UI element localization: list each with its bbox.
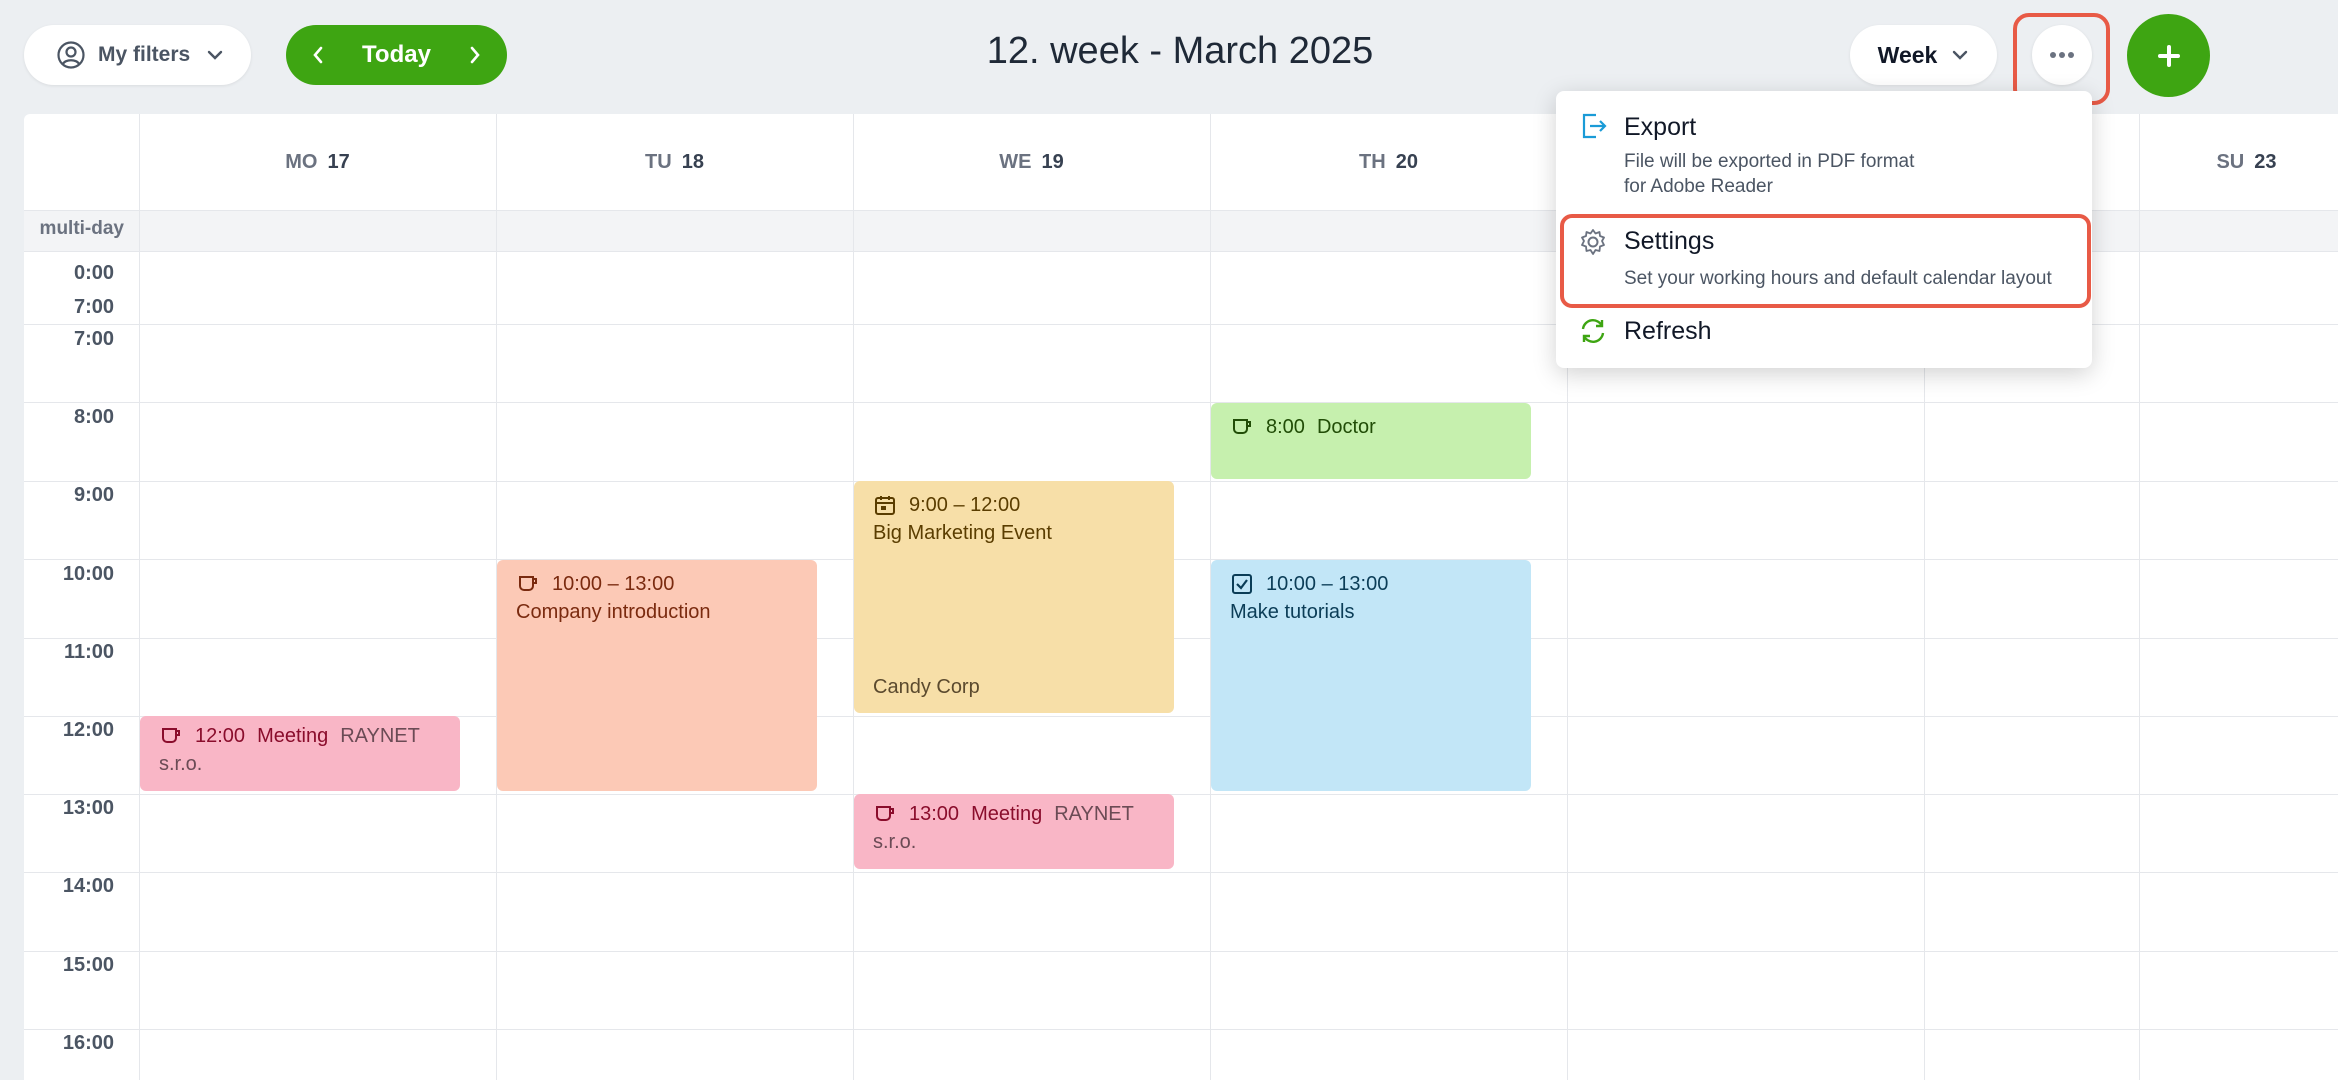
my-filters-label: My filters	[98, 43, 191, 66]
cup-icon	[159, 724, 183, 748]
event-meeting-monday[interactable]: 12:00 Meeting RAYNET s.r.o.	[140, 716, 460, 791]
time-label: 14:00	[62, 875, 114, 897]
event-company-introduction[interactable]: 10:00 – 13:00 Company introduction	[497, 560, 817, 791]
my-filters-button[interactable]: My filters	[24, 25, 251, 85]
export-icon	[1578, 111, 1608, 141]
day-header-mo[interactable]: MO 17	[139, 114, 496, 210]
add-event-button[interactable]	[2127, 14, 2210, 97]
event-make-tutorials[interactable]: 10:00 – 13:00 Make tutorials	[1211, 560, 1531, 791]
time-label: 13:00	[62, 797, 114, 819]
chevron-right-icon	[470, 46, 480, 64]
previous-week-button[interactable]	[306, 43, 330, 67]
export-title: Export	[1624, 113, 1697, 141]
plus-icon	[2157, 44, 2180, 67]
event-meeting-wednesday[interactable]: 13:00 Meeting RAYNET s.r.o.	[854, 794, 1174, 869]
event-big-marketing[interactable]: 9:00 – 12:00 Big Marketing Event Candy C…	[854, 481, 1174, 713]
export-description: for Adobe Reader	[1624, 176, 1773, 197]
cup-icon	[1230, 415, 1254, 439]
time-label: 9:00	[73, 484, 114, 506]
refresh-icon	[1578, 316, 1608, 346]
day-header-tu[interactable]: TU 18	[496, 114, 853, 210]
chevron-down-icon	[206, 49, 224, 61]
day-header-th[interactable]: TH 20	[1210, 114, 1567, 210]
date-navigation: Today	[286, 25, 507, 85]
time-label: 10:00	[62, 563, 114, 585]
time-label: 7:00	[73, 296, 114, 318]
today-button[interactable]: Today	[362, 41, 431, 69]
time-label: 7:00	[73, 328, 114, 350]
view-label: Week	[1877, 41, 1938, 68]
chevron-down-icon	[1951, 49, 1969, 61]
calendar-icon	[873, 493, 897, 517]
day-header-we[interactable]: WE 19	[853, 114, 1210, 210]
user-circle-icon	[56, 40, 86, 70]
time-label: 15:00	[62, 954, 114, 976]
more-options-button[interactable]	[2032, 25, 2092, 85]
event-doctor[interactable]: 8:00 Doctor	[1211, 403, 1531, 479]
checkbox-icon	[1230, 572, 1254, 596]
view-select-button[interactable]: Week	[1850, 25, 1997, 85]
export-description: File will be exported in PDF format	[1624, 151, 1915, 172]
next-week-button[interactable]	[463, 43, 487, 67]
day-header-su[interactable]: SU 23	[2139, 114, 2338, 210]
menu-item-refresh[interactable]: Refresh	[1556, 305, 2092, 365]
settings-highlight	[1560, 214, 2091, 308]
cup-icon	[516, 572, 540, 596]
cup-icon	[873, 802, 897, 826]
ellipsis-icon	[2050, 52, 2074, 58]
time-label: 16:00	[62, 1032, 114, 1054]
multiday-label: multi-day	[39, 218, 124, 239]
time-label: 8:00	[73, 406, 114, 428]
refresh-title: Refresh	[1624, 317, 1712, 345]
page-title: 12. week - March 2025	[986, 30, 1374, 72]
chevron-left-icon	[313, 46, 323, 64]
menu-item-export[interactable]: Export File will be exported in PDF form…	[1556, 91, 2092, 203]
time-label: 0:00	[73, 262, 114, 284]
time-label: 11:00	[63, 641, 114, 663]
time-label: 12:00	[62, 719, 114, 741]
